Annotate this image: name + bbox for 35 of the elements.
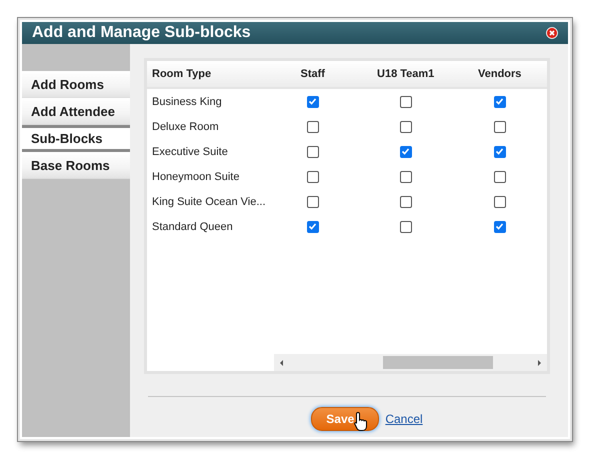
table-cell-text: Honeymoon Suite (151, 170, 240, 184)
checkbox[interactable] (494, 196, 506, 208)
table-cell-text: Standard Queen (151, 220, 234, 234)
checkbox[interactable] (306, 220, 319, 233)
checkbox[interactable] (306, 170, 319, 183)
sidebar-tab[interactable]: Add Attendee (22, 98, 130, 125)
right-arrow-icon[interactable] (535, 358, 543, 366)
cancel-link[interactable]: Cancel (385, 412, 423, 426)
left-arrow-icon[interactable] (278, 358, 286, 366)
checkbox[interactable] (400, 220, 412, 233)
checkbox[interactable] (400, 170, 412, 183)
checkbox[interactable] (306, 146, 319, 158)
horizontal-scrollbar[interactable] (274, 354, 547, 371)
table-cell-text: Executive Suite (151, 144, 229, 160)
checkbox[interactable] (494, 220, 506, 233)
checkbox[interactable] (400, 96, 412, 108)
hand-cursor-icon (354, 411, 370, 431)
table-cell-text: Deluxe Room (151, 120, 220, 134)
checkbox[interactable] (306, 120, 319, 133)
sidebar-tab[interactable]: Base Rooms (22, 152, 130, 179)
close-icon[interactable] (546, 27, 558, 39)
checkbox[interactable] (494, 146, 506, 158)
table-cell-text: King Suite Ocean Vie... (151, 194, 267, 210)
checkbox[interactable] (306, 96, 319, 108)
checkbox[interactable] (494, 96, 506, 108)
checkbox[interactable] (400, 196, 412, 208)
sidebar-tab[interactable]: Add Rooms (22, 71, 130, 98)
checkbox[interactable] (494, 170, 506, 183)
table-cell: Business King (147, 88, 267, 114)
sidebar-tab[interactable]: Sub-Blocks (22, 125, 130, 152)
checkbox[interactable] (306, 196, 319, 208)
checkbox[interactable] (400, 120, 412, 133)
checkbox[interactable] (494, 120, 506, 133)
window-title: Add and Manage Sub-blocks (32, 24, 251, 42)
checkbox[interactable] (400, 146, 412, 158)
